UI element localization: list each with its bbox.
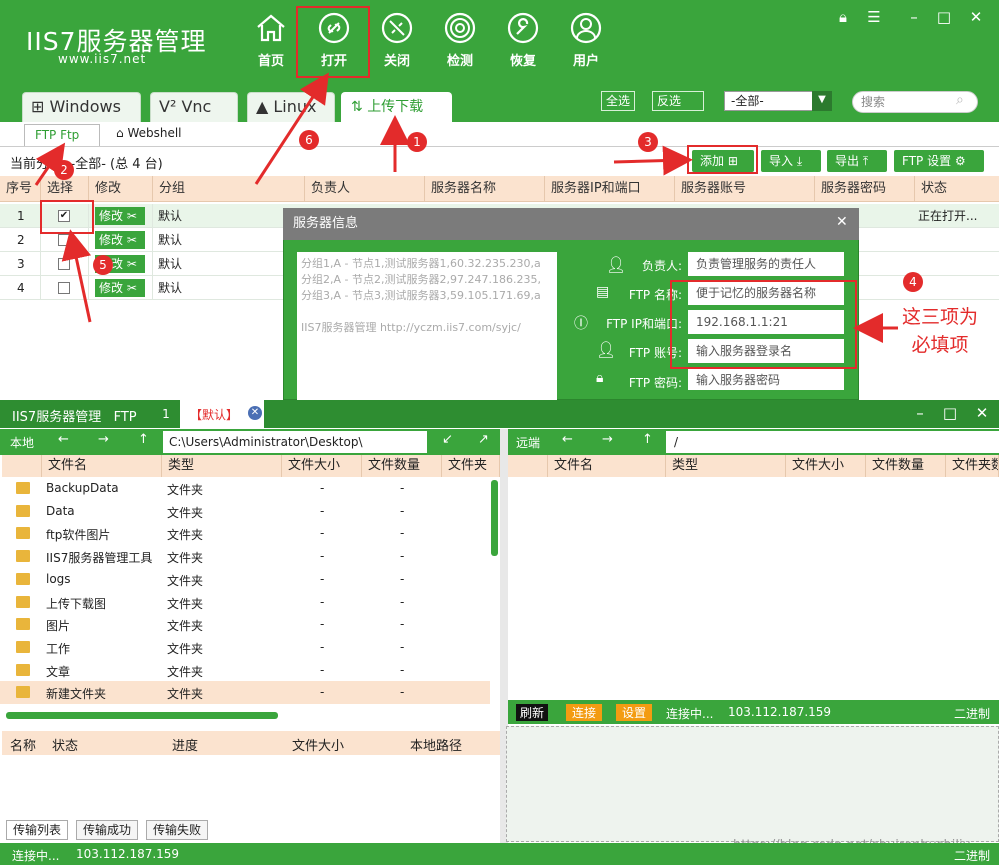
- tab-transfer-list[interactable]: 传输列表: [6, 820, 69, 840]
- col-size: 文件大小: [786, 455, 866, 477]
- back-arrow-icon[interactable]: ←: [58, 432, 69, 447]
- local-file-list: BackupData 文件夹 - - Data 文件夹 - - ftp软件图片 文件夹 - - I…: [0, 477, 490, 707]
- back-arrow-icon[interactable]: ←: [562, 432, 573, 447]
- local-label: 本地: [10, 436, 35, 450]
- maximize-icon[interactable]: □: [940, 404, 960, 422]
- list-item[interactable]: logs 文件夹 - -: [0, 568, 490, 591]
- collapse-icon[interactable]: ↙: [442, 432, 453, 447]
- forward-arrow-icon[interactable]: →: [602, 432, 613, 447]
- connect-button[interactable]: 连接: [566, 704, 603, 721]
- ftp-title: IIS7服务器管理 FTP: [12, 410, 137, 425]
- folder-icon: [16, 482, 30, 494]
- footer-mode: 二进制: [954, 849, 991, 863]
- col-name: 名称: [10, 739, 37, 754]
- remote-path-input[interactable]: /: [666, 431, 999, 453]
- footer-ip: 103.112.187.159: [76, 847, 180, 861]
- remote-transfer-area: [506, 726, 999, 842]
- annotation-arrows: [34, 72, 898, 343]
- connection-state: 连接中...: [666, 707, 714, 721]
- up-arrow-icon[interactable]: ↑: [138, 432, 149, 447]
- list-item[interactable]: BackupData 文件夹 - -: [0, 477, 490, 500]
- folder-icon: [16, 686, 30, 699]
- folder-icon: [16, 550, 30, 563]
- settings-button[interactable]: 设置: [616, 704, 653, 721]
- folder-icon: [16, 618, 30, 631]
- col-type: 类型: [162, 455, 282, 477]
- folder-icon: [16, 504, 30, 517]
- col-icon: [2, 455, 42, 477]
- tab-transfer-success[interactable]: 传输成功: [76, 820, 139, 840]
- footer-state: 连接中...: [12, 849, 60, 863]
- horizontal-scrollbar[interactable]: [6, 712, 278, 719]
- col-icon: [508, 455, 548, 477]
- list-item[interactable]: 上传下载图 文件夹 - -: [0, 591, 490, 614]
- col-local-path: 本地路径: [410, 739, 463, 754]
- list-item[interactable]: 图片 文件夹 - -: [0, 613, 490, 636]
- col-folder: 文件夹数: [946, 455, 999, 477]
- expand-icon[interactable]: ↗: [478, 432, 489, 447]
- col-filesize: 文件大小: [292, 739, 345, 754]
- col-folder: 文件夹: [442, 455, 500, 477]
- col-progress: 进度: [172, 739, 199, 754]
- forward-arrow-icon[interactable]: →: [98, 432, 109, 447]
- tab-transfer-failed[interactable]: 传输失败: [146, 820, 209, 840]
- list-item[interactable]: 新建文件夹 文件夹 - -: [0, 681, 490, 704]
- folder-icon: [16, 640, 30, 653]
- close-icon[interactable]: ✕: [972, 404, 992, 422]
- col-type: 类型: [666, 455, 786, 477]
- ftp-tab-label: 【默认】: [190, 408, 239, 422]
- list-item[interactable]: Data 文件夹 - -: [0, 500, 490, 523]
- minimize-icon[interactable]: –: [910, 404, 930, 422]
- tab-close-icon[interactable]: ✕: [248, 406, 262, 420]
- col-count: 文件数量: [362, 455, 442, 477]
- col-status: 状态: [52, 739, 79, 754]
- refresh-button[interactable]: 刷新: [516, 704, 549, 721]
- up-arrow-icon[interactable]: ↑: [642, 432, 653, 447]
- local-path-input[interactable]: C:\Users\Administrator\Desktop\: [163, 431, 427, 453]
- folder-icon: [16, 572, 30, 585]
- remote-label: 远端: [516, 436, 541, 450]
- col-filename: 文件名: [548, 455, 666, 477]
- folder-icon: [16, 663, 30, 676]
- connection-ip: 103.112.187.159: [728, 705, 832, 719]
- ftp-titlebar: [0, 400, 999, 428]
- ftp-tab-index: 1: [152, 400, 180, 428]
- list-item[interactable]: IIS7服务器管理工具 文件夹 - -: [0, 545, 490, 568]
- list-item[interactable]: ftp软件图片 文件夹 - -: [0, 522, 490, 545]
- list-item[interactable]: 文章 文件夹 - -: [0, 659, 490, 682]
- folder-icon: [16, 527, 30, 540]
- col-count: 文件数量: [866, 455, 946, 477]
- folder-icon: [16, 595, 30, 608]
- list-item[interactable]: 工作 文件夹 - -: [0, 636, 490, 659]
- col-size: 文件大小: [282, 455, 362, 477]
- col-filename: 文件名: [42, 455, 162, 477]
- transfer-mode: 二进制: [954, 707, 991, 721]
- vertical-scrollbar[interactable]: [491, 480, 498, 556]
